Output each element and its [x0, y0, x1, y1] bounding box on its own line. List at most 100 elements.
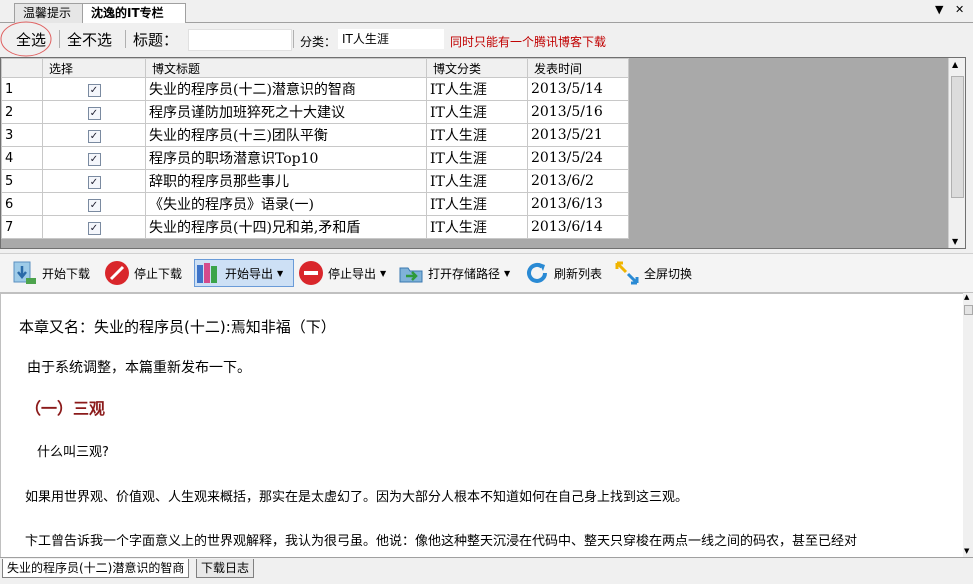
- scroll-thumb[interactable]: [951, 76, 964, 198]
- scroll-thumb[interactable]: [964, 305, 973, 315]
- books-icon: [197, 263, 217, 283]
- table-row[interactable]: 7 ✓ 失业的程序员(十四)兄和弟,矛和盾 IT人生涯 2013/6/14: [1, 215, 629, 239]
- stop-download-label: 停止下载: [134, 266, 183, 281]
- row-title[interactable]: 失业的程序员(十四)兄和弟,矛和盾: [145, 215, 427, 239]
- table-row[interactable]: 4 ✓ 程序员的职场潜意识Top10 IT人生涯 2013/5/24: [1, 146, 629, 170]
- start-export-button[interactable]: 开始导出 ▼: [194, 259, 294, 287]
- checkbox-icon[interactable]: ✓: [87, 84, 101, 97]
- row-date[interactable]: 2013/5/16: [527, 100, 629, 124]
- row-number: 4: [1, 146, 43, 170]
- row-date[interactable]: 2013/5/24: [527, 146, 629, 170]
- row-checkbox-cell[interactable]: ✓: [42, 169, 146, 193]
- start-export-label: 开始导出: [225, 266, 274, 281]
- grid-scrollbar[interactable]: ▲ ▼: [948, 58, 965, 248]
- column-header-category[interactable]: 博文分类: [426, 58, 528, 78]
- row-checkbox-cell[interactable]: ✓: [42, 123, 146, 147]
- table-row[interactable]: 3 ✓ 失业的程序员(十三)团队平衡 IT人生涯 2013/5/21: [1, 123, 629, 147]
- column-header-title[interactable]: 博文标题: [145, 58, 427, 78]
- row-title[interactable]: 失业的程序员(十二)潜意识的智商: [145, 77, 427, 101]
- article-paragraph: 卞工曾告诉我一个字面意义上的世界观解释，我认为很弓虽。他说：像他这种整天沉浸在代…: [25, 534, 858, 549]
- toolbar-divider: [293, 30, 294, 48]
- tab-it-column[interactable]: 沈逸的IT专栏: [82, 3, 186, 24]
- article-scrollbar[interactable]: ▲ ▼: [963, 293, 973, 557]
- dropdown-arrow-icon[interactable]: ▼: [380, 269, 386, 278]
- checkbox-icon[interactable]: ✓: [87, 199, 101, 212]
- dropdown-arrow-icon[interactable]: ▼: [935, 3, 943, 16]
- tab-download-log[interactable]: 下载日志: [196, 559, 255, 578]
- row-checkbox-cell[interactable]: ✓: [42, 146, 146, 170]
- table-row[interactable]: 6 ✓ 《失业的程序员》语录(一) IT人生涯 2013/6/13: [1, 192, 629, 216]
- download-note: 同时只能有一个腾讯博客下载: [450, 35, 607, 49]
- row-title[interactable]: 辞职的程序员那些事儿: [145, 169, 427, 193]
- stop-icon: [105, 261, 129, 285]
- row-date[interactable]: 2013/6/13: [527, 192, 629, 216]
- row-category[interactable]: IT人生涯: [426, 123, 528, 147]
- fullscreen-label: 全屏切换: [644, 266, 693, 281]
- checkbox-icon[interactable]: ✓: [87, 176, 101, 189]
- row-number-header: [1, 58, 43, 78]
- scroll-down-icon[interactable]: ▼: [964, 547, 969, 555]
- checkbox-icon[interactable]: ✓: [87, 107, 101, 120]
- document-tab-bar: 温馨提示 沈逸的IT专栏 ▼ ✕: [0, 0, 973, 24]
- refresh-button[interactable]: 刷新列表: [524, 259, 602, 287]
- download-icon: [13, 261, 36, 284]
- row-number: 3: [1, 123, 43, 147]
- row-date[interactable]: 2013/5/14: [527, 77, 629, 101]
- dropdown-arrow-icon[interactable]: ▼: [277, 269, 283, 278]
- article-question: 什么叫三观?: [37, 445, 109, 460]
- bottom-tab-bar: 失业的程序员(十二)潜意识的智商 下载日志: [0, 557, 973, 584]
- row-checkbox-cell[interactable]: ✓: [42, 215, 146, 239]
- row-title[interactable]: 程序员谨防加班猝死之十大建议: [145, 100, 427, 124]
- table-row[interactable]: 5 ✓ 辞职的程序员那些事儿 IT人生涯 2013/6/2: [1, 169, 629, 193]
- article-heading: （一）三观: [25, 399, 106, 418]
- title-input[interactable]: [188, 29, 292, 51]
- select-all-button[interactable]: 全选: [16, 29, 46, 50]
- checkbox-icon[interactable]: ✓: [87, 222, 101, 235]
- row-category[interactable]: IT人生涯: [426, 215, 528, 239]
- stop-export-label: 停止导出: [328, 266, 377, 281]
- open-path-button[interactable]: 打开存储路径 ▼: [398, 259, 510, 287]
- open-path-label: 打开存储路径: [428, 266, 501, 281]
- row-checkbox-cell[interactable]: ✓: [42, 77, 146, 101]
- row-category[interactable]: IT人生涯: [426, 169, 528, 193]
- start-download-button[interactable]: 开始下载: [12, 259, 90, 287]
- article-subtitle: 本章又名：失业的程序员(十二):焉知非福（下）: [19, 318, 336, 336]
- checkbox-icon[interactable]: ✓: [87, 153, 101, 166]
- close-icon[interactable]: ✕: [955, 3, 964, 16]
- scroll-up-icon[interactable]: ▲: [952, 60, 958, 69]
- row-title[interactable]: 失业的程序员(十三)团队平衡: [145, 123, 427, 147]
- column-header-date[interactable]: 发表时间: [527, 58, 629, 78]
- scroll-down-icon[interactable]: ▼: [952, 237, 958, 246]
- row-date[interactable]: 2013/5/21: [527, 123, 629, 147]
- row-checkbox-cell[interactable]: ✓: [42, 192, 146, 216]
- fullscreen-icon: [615, 261, 639, 285]
- select-none-button[interactable]: 全不选: [67, 29, 112, 50]
- row-number: 5: [1, 169, 43, 193]
- table-row[interactable]: 1 ✓ 失业的程序员(十二)潜意识的智商 IT人生涯 2013/5/14: [1, 77, 629, 101]
- article-grid[interactable]: 选择 博文标题 博文分类 发表时间 1 ✓ 失业的程序员(十二)潜意识的智商 IT人生…: [0, 57, 966, 249]
- row-number: 2: [1, 100, 43, 124]
- row-category[interactable]: IT人生涯: [426, 146, 528, 170]
- dropdown-arrow-icon[interactable]: ▼: [504, 269, 510, 278]
- row-number: 7: [1, 215, 43, 239]
- row-category[interactable]: IT人生涯: [426, 77, 528, 101]
- row-date[interactable]: 2013/6/14: [527, 215, 629, 239]
- row-title[interactable]: 《失业的程序员》语录(一): [145, 192, 427, 216]
- tab-article-preview[interactable]: 失业的程序员(十二)潜意识的智商: [2, 559, 190, 578]
- stop-export-button[interactable]: 停止导出 ▼: [298, 259, 386, 287]
- category-input[interactable]: IT人生涯: [338, 29, 444, 49]
- fullscreen-toggle-button[interactable]: 全屏切换: [614, 259, 692, 287]
- row-checkbox-cell[interactable]: ✓: [42, 100, 146, 124]
- category-label: 分类：: [300, 35, 337, 49]
- title-label: 标题：: [133, 31, 179, 49]
- row-category[interactable]: IT人生涯: [426, 192, 528, 216]
- stop-download-button[interactable]: 停止下载: [104, 259, 182, 287]
- checkbox-icon[interactable]: ✓: [87, 130, 101, 143]
- table-row[interactable]: 2 ✓ 程序员谨防加班猝死之十大建议 IT人生涯 2013/5/16: [1, 100, 629, 124]
- column-header-select[interactable]: 选择: [42, 58, 146, 78]
- row-title[interactable]: 程序员的职场潜意识Top10: [145, 146, 427, 170]
- article-preview[interactable]: 本章又名：失业的程序员(十二):焉知非福（下） 由于系统调整，本篇重新发布一下。…: [0, 293, 965, 559]
- row-date[interactable]: 2013/6/2: [527, 169, 629, 193]
- row-category[interactable]: IT人生涯: [426, 100, 528, 124]
- scroll-up-icon[interactable]: ▲: [964, 293, 969, 301]
